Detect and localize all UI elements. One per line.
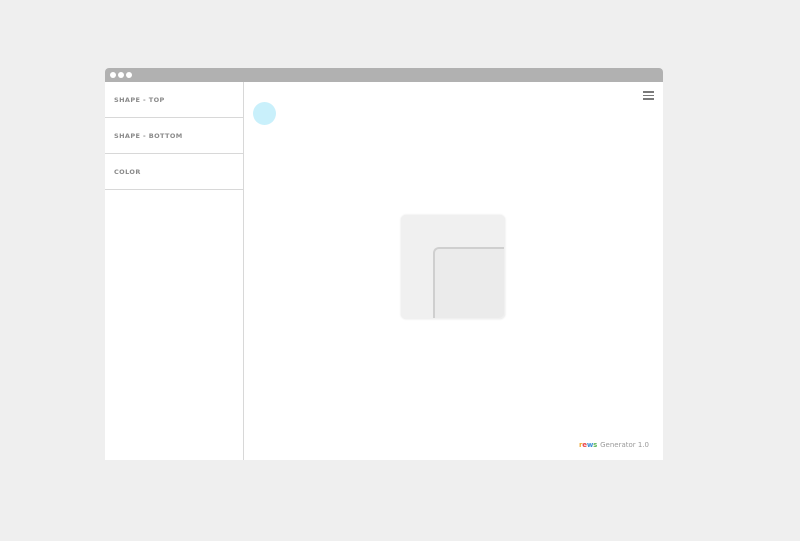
app-window: SHAPE - TOP SHAPE - BOTTOM COLOR rews Ge…: [105, 68, 663, 460]
window-dot-maximize-icon[interactable]: [126, 72, 132, 78]
window-dot-minimize-icon[interactable]: [118, 72, 124, 78]
sidebar-item-label: COLOR: [114, 167, 141, 176]
brand-logo: rews: [579, 441, 598, 449]
sidebar-item-shape-top[interactable]: SHAPE - TOP: [105, 82, 243, 118]
sidebar: SHAPE - TOP SHAPE - BOTTOM COLOR: [105, 82, 244, 460]
generator-version-label: Generator 1.0: [600, 441, 649, 449]
footer-brand: rews Generator 1.0: [579, 441, 649, 449]
shape-bottom-preview[interactable]: [433, 247, 504, 318]
cursor-indicator: [253, 102, 276, 125]
sidebar-item-shape-bottom[interactable]: SHAPE - BOTTOM: [105, 118, 243, 154]
hamburger-menu-icon[interactable]: [643, 91, 654, 100]
window-dot-close-icon[interactable]: [110, 72, 116, 78]
sidebar-item-label: SHAPE - TOP: [114, 95, 165, 104]
sidebar-item-label: SHAPE - BOTTOM: [114, 131, 183, 140]
sidebar-item-color[interactable]: COLOR: [105, 154, 243, 190]
canvas-area: rews Generator 1.0: [244, 82, 663, 460]
window-titlebar: [105, 68, 663, 82]
